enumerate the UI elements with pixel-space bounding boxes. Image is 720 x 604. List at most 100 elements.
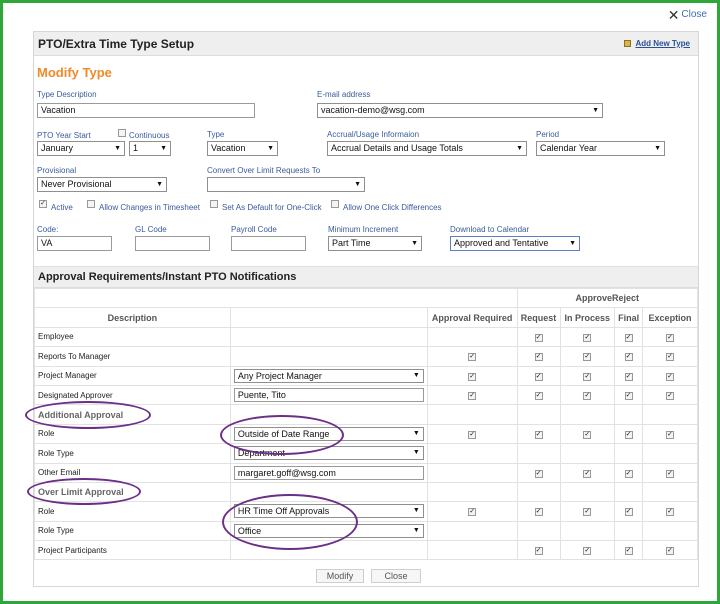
request-checkbox[interactable]: ✓	[534, 430, 543, 439]
in-process-checkbox[interactable]: ✓	[583, 353, 592, 362]
set-default-checkbox[interactable]	[210, 200, 218, 208]
download-calendar-select[interactable]: Approved and Tentative ▼	[450, 236, 580, 251]
table-row: Designated Approver Puente, Tito ✓ ✓ ✓ ✓…	[34, 384, 698, 406]
over-limit-role-select[interactable]: HR Time Off Approvals ▼	[233, 504, 424, 519]
allow-one-click-checkbox[interactable]	[331, 200, 339, 208]
table-row: Role Outside of Date Range ▼ ✓ ✓ ✓ ✓ ✓	[34, 423, 698, 445]
allow-changes-checkbox[interactable]	[87, 200, 95, 208]
additional-role-type-select[interactable]: Department ▼	[233, 446, 424, 461]
active-checkbox[interactable]: ✓	[39, 200, 47, 208]
add-new-type-link[interactable]: Add New Type	[624, 39, 690, 48]
exception-checkbox[interactable]: ✓	[666, 392, 675, 401]
period-select[interactable]: Calendar Year ▼	[536, 141, 665, 156]
panel-header: PTO/Extra Time Type Setup Add New Type	[34, 32, 698, 56]
period-label: Period	[536, 130, 560, 139]
accrual-select[interactable]: Accrual Details and Usage Totals ▼	[327, 141, 527, 156]
in-process-checkbox[interactable]: ✓	[583, 430, 592, 439]
project-manager-select[interactable]: Any Project Manager ▼	[233, 368, 424, 383]
in-process-checkbox[interactable]: ✓	[583, 547, 592, 556]
request-checkbox[interactable]: ✓	[534, 333, 543, 342]
request-checkbox[interactable]: ✓	[534, 508, 543, 517]
in-process-checkbox[interactable]: ✓	[583, 469, 592, 478]
min-increment-select[interactable]: Part Time ▼	[328, 236, 422, 251]
approval-table: ApproveReject Description Approval Requi…	[34, 287, 698, 561]
continuous-checkbox[interactable]	[118, 129, 126, 137]
final-checkbox[interactable]: ✓	[624, 430, 633, 439]
row-label: Reports To Manager	[34, 346, 231, 367]
exception-checkbox[interactable]: ✓	[666, 372, 675, 381]
over-limit-role-type-select[interactable]: Office ▼	[233, 523, 424, 538]
set-default-label: Set As Default for One-Click	[222, 203, 322, 212]
active-label: Active	[51, 203, 73, 212]
request-checkbox[interactable]: ✓	[534, 392, 543, 401]
chevron-down-icon: ▼	[412, 449, 420, 457]
in-process-checkbox[interactable]: ✓	[583, 372, 592, 381]
gl-code-input[interactable]	[135, 236, 210, 251]
type-description-input[interactable]: Vacation	[37, 103, 255, 118]
final-checkbox[interactable]: ✓	[624, 469, 633, 478]
final-checkbox[interactable]: ✓	[624, 508, 633, 517]
pto-month-select[interactable]: January ▼	[37, 141, 125, 156]
close-button[interactable]: Close	[371, 569, 421, 583]
final-checkbox[interactable]: ✓	[624, 333, 633, 342]
description-column-header: Description	[34, 307, 231, 328]
exception-checkbox[interactable]: ✓	[666, 547, 675, 556]
exception-column-header: Exception	[642, 307, 698, 328]
table-row: Role Type Department ▼	[34, 443, 698, 464]
type-setup-panel: PTO/Extra Time Type Setup Add New Type M…	[33, 31, 699, 587]
over-limit-role-type-value: Office	[237, 525, 262, 536]
in-process-checkbox[interactable]: ✓	[583, 392, 592, 401]
row-label: Project Manager	[34, 365, 231, 386]
pto-month-value: January	[41, 143, 74, 153]
final-checkbox[interactable]: ✓	[624, 392, 633, 401]
exception-checkbox[interactable]: ✓	[666, 333, 675, 342]
download-calendar-value: Approved and Tentative	[454, 238, 549, 248]
exception-checkbox[interactable]: ✓	[666, 469, 675, 478]
type-select[interactable]: Vacation ▼	[207, 141, 278, 156]
row-label: Project Participants	[34, 540, 231, 561]
code-input[interactable]: VA	[37, 236, 112, 251]
close-link[interactable]: ✕ Close	[668, 8, 707, 22]
modify-button[interactable]: Modify	[316, 569, 364, 583]
final-checkbox[interactable]: ✓	[624, 353, 633, 362]
in-process-checkbox[interactable]: ✓	[583, 333, 592, 342]
exception-checkbox[interactable]: ✓	[666, 508, 675, 517]
designated-approver-input[interactable]: Puente, Tito	[233, 388, 424, 403]
exception-checkbox[interactable]: ✓	[666, 430, 675, 439]
row-label: Other Email	[34, 462, 231, 483]
email-label: E-mail address	[317, 90, 371, 99]
final-checkbox[interactable]: ✓	[624, 372, 633, 381]
approval-required-checkbox[interactable]: ✓	[468, 392, 477, 401]
table-row: Other Email margaret.goff@wsg.com ✓ ✓ ✓ …	[34, 462, 698, 483]
in-process-checkbox[interactable]: ✓	[583, 508, 592, 517]
final-checkbox[interactable]: ✓	[624, 547, 633, 556]
approval-required-checkbox[interactable]: ✓	[468, 372, 477, 381]
chevron-down-icon: ▼	[412, 429, 420, 437]
provisional-select[interactable]: Never Provisional ▼	[37, 177, 167, 192]
approval-required-checkbox[interactable]: ✓	[468, 430, 477, 439]
additional-role-select[interactable]: Outside of Date Range ▼	[233, 426, 424, 441]
request-checkbox[interactable]: ✓	[534, 469, 543, 478]
email-select[interactable]: vacation-demo@wsg.com ▼	[317, 103, 603, 118]
approval-required-checkbox[interactable]: ✓	[468, 508, 477, 517]
table-row: Role Type Office ▼	[34, 520, 698, 542]
request-checkbox[interactable]: ✓	[534, 353, 543, 362]
modify-type-heading: Modify Type	[37, 65, 112, 80]
approval-section-title: Approval Requirements/Instant PTO Notifi…	[34, 266, 698, 288]
payroll-code-input[interactable]	[231, 236, 306, 251]
other-email-input[interactable]: margaret.goff@wsg.com	[233, 465, 424, 480]
chevron-down-icon: ▼	[654, 145, 661, 152]
approval-required-checkbox[interactable]: ✓	[468, 353, 477, 362]
convert-over-limit-label: Convert Over Limit Requests To	[207, 166, 321, 175]
convert-over-limit-select[interactable]: ▼	[207, 177, 365, 192]
request-checkbox[interactable]: ✓	[534, 547, 543, 556]
over-limit-role-value: HR Time Off Approvals	[237, 506, 330, 517]
request-checkbox[interactable]: ✓	[534, 372, 543, 381]
table-row: Additional Approval	[34, 404, 698, 425]
continuous-label: Continuous	[129, 131, 170, 140]
pto-day-select[interactable]: 1 ▼	[129, 141, 171, 156]
chevron-down-icon: ▼	[114, 145, 121, 152]
exception-checkbox[interactable]: ✓	[666, 353, 675, 362]
chevron-down-icon: ▼	[412, 507, 420, 515]
row-label: Role Type	[34, 520, 231, 542]
